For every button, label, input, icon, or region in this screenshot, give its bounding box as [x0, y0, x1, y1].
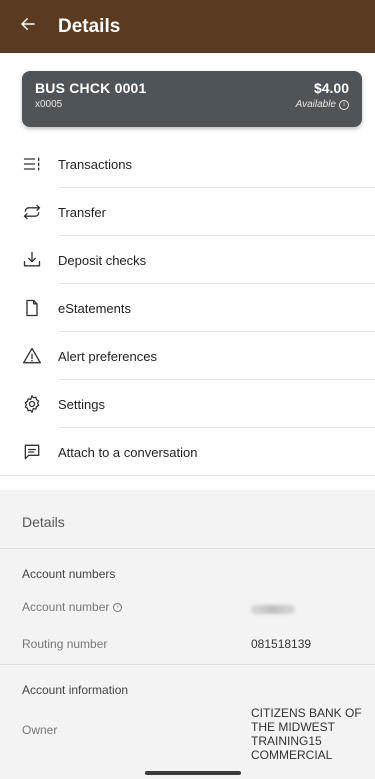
account-balance: $4.00 [313, 80, 349, 96]
account-numbers-heading: Account numbers [22, 567, 116, 581]
account-information-heading: Account information [22, 683, 129, 697]
account-number-value [251, 603, 295, 617]
home-indicator[interactable] [145, 771, 241, 775]
transfer-icon [0, 202, 58, 222]
divider [0, 548, 375, 549]
document-icon [0, 298, 58, 318]
menu-item-deposit-checks[interactable]: Deposit checks [0, 236, 375, 284]
menu-item-settings[interactable]: Settings [0, 380, 375, 428]
menu-item-label: Deposit checks [58, 252, 147, 268]
list-icon [0, 154, 58, 174]
menu-item-label: Transfer [58, 204, 106, 220]
owner-label: Owner [22, 723, 58, 737]
available-label: Available [295, 99, 336, 110]
alert-triangle-icon [0, 346, 58, 366]
account-number-label-group: Account number i [22, 600, 123, 614]
info-icon[interactable]: i [339, 99, 349, 110]
menu-item-transfer[interactable]: Transfer [0, 188, 375, 236]
account-actions-menu: Transactions Transfer Deposit checks eSt… [0, 140, 375, 476]
account-number-label: Account number [22, 600, 110, 614]
routing-number-value: 081518139 [251, 637, 312, 651]
gear-icon [0, 394, 58, 414]
owner-value: CITIZENS BANK OF THE MIDWEST TRAINING15 … [251, 706, 362, 762]
menu-item-label: eStatements [58, 300, 131, 316]
info-icon[interactable]: i [113, 602, 123, 612]
account-masked-number: x0005 [35, 99, 63, 110]
back-button[interactable] [0, 15, 56, 39]
menu-item-attach-conversation[interactable]: Attach to a conversation [0, 428, 375, 476]
chat-icon [0, 442, 58, 462]
routing-number-label: Routing number [22, 637, 108, 651]
menu-item-label: Transactions [58, 156, 132, 172]
app-header: Details [0, 0, 375, 53]
menu-item-estatements[interactable]: eStatements [0, 284, 375, 332]
account-card[interactable]: BUS CHCK 0001 $4.00 x0005 Available i [22, 71, 362, 127]
account-name: BUS CHCK 0001 [35, 80, 147, 96]
menu-item-label: Alert preferences [58, 348, 157, 364]
menu-item-label: Attach to a conversation [58, 444, 198, 460]
menu-item-label: Settings [58, 396, 105, 412]
deposit-icon [0, 250, 58, 270]
available-label-group: Available i [296, 99, 349, 110]
redacted-account-number [251, 605, 295, 614]
arrow-left-icon [19, 15, 37, 39]
page-title: Details [58, 15, 121, 37]
menu-item-transactions[interactable]: Transactions [0, 140, 375, 188]
divider [0, 664, 375, 665]
details-title: Details [22, 514, 65, 530]
menu-item-alert-preferences[interactable]: Alert preferences [0, 332, 375, 380]
